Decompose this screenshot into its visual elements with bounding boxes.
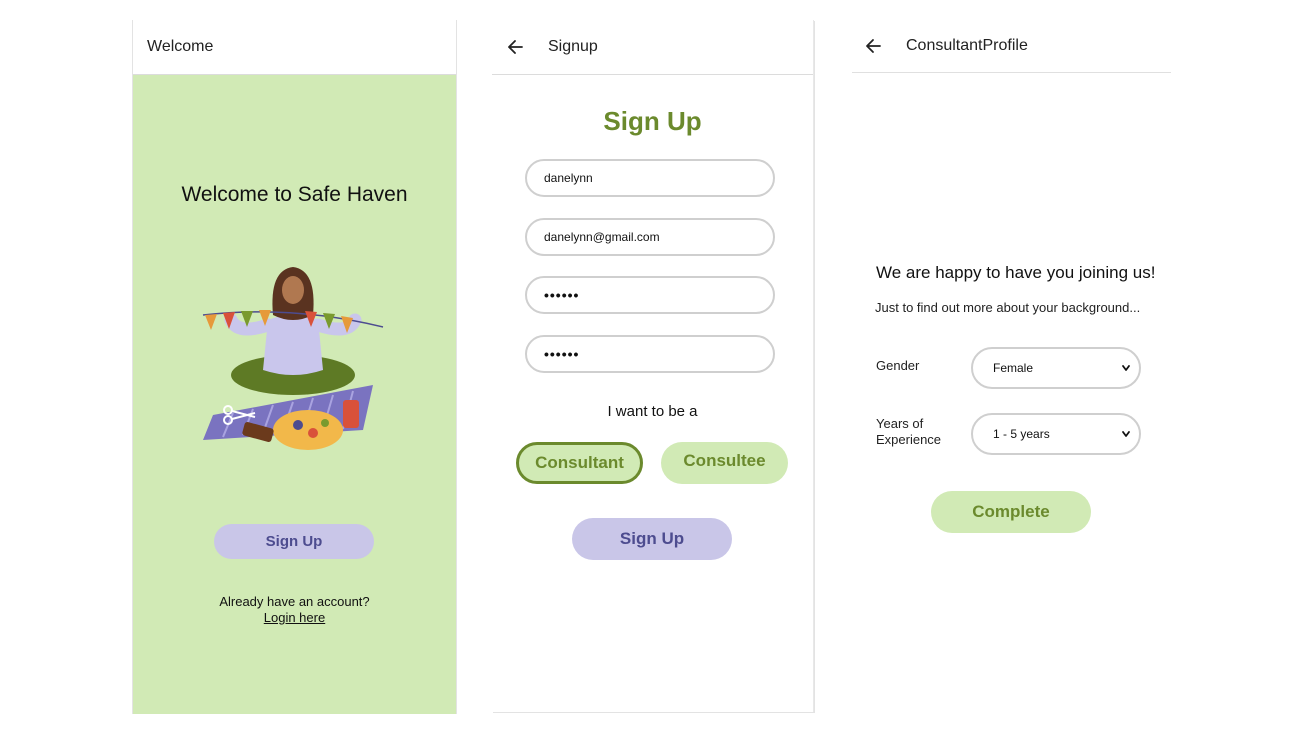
welcome-header: Welcome bbox=[133, 20, 456, 75]
account-prompt: Already have an account? Login here bbox=[133, 594, 456, 626]
chevron-down-icon bbox=[1122, 365, 1130, 371]
back-arrow-icon[interactable] bbox=[864, 36, 884, 56]
signup-header: Signup bbox=[492, 20, 813, 75]
role-prompt: I want to be a bbox=[607, 403, 698, 420]
welcome-heading: Welcome to Safe Haven bbox=[181, 183, 408, 206]
header-title: ConsultantProfile bbox=[906, 37, 1028, 54]
experience-select[interactable]: 1 - 5 years bbox=[971, 413, 1141, 455]
email-input[interactable]: danelynn@gmail.com bbox=[525, 218, 775, 256]
signup-submit-button[interactable]: Sign Up bbox=[572, 518, 732, 560]
username-input[interactable]: danelynn bbox=[525, 159, 775, 197]
signup-heading: Sign Up bbox=[603, 106, 702, 136]
profile-subheading: Just to find out more about your backgro… bbox=[875, 300, 1141, 315]
experience-label: Years of Experience bbox=[876, 416, 941, 448]
picnic-illustration bbox=[202, 267, 384, 450]
experience-label-line1: Years of bbox=[876, 416, 924, 431]
header-title: Signup bbox=[548, 38, 598, 55]
gender-select[interactable]: Female bbox=[971, 347, 1141, 389]
palette-shape bbox=[273, 410, 343, 450]
gender-select-value: Female bbox=[993, 361, 1034, 375]
experience-label-line2: Experience bbox=[876, 432, 942, 447]
signup-button[interactable]: Sign Up bbox=[214, 524, 374, 559]
gender-label: Gender bbox=[876, 358, 920, 373]
login-link[interactable]: Login here bbox=[133, 610, 456, 626]
welcome-body: Welcome to Safe Haven Sign Up Already ha… bbox=[133, 75, 456, 714]
experience-select-value: 1 - 5 years bbox=[993, 427, 1050, 441]
jar-shape bbox=[343, 400, 359, 428]
password-input[interactable]: •••••• bbox=[525, 276, 775, 314]
welcome-screen: Welcome Welcome to Safe Haven Sign Up Al… bbox=[132, 20, 457, 714]
signup-screen: Signup Sign Up danelynn danelynn@gmail.c… bbox=[492, 20, 814, 712]
complete-button[interactable]: Complete bbox=[931, 491, 1091, 533]
back-arrow-icon[interactable] bbox=[506, 37, 526, 57]
account-prompt-text: Already have an account? bbox=[219, 594, 370, 609]
consultant-profile-screen: ConsultantProfile We are happy to have y… bbox=[852, 20, 1171, 714]
header-title: Welcome bbox=[147, 38, 214, 55]
chevron-down-icon bbox=[1122, 431, 1130, 437]
face-shape bbox=[282, 276, 304, 304]
consultee-role-button[interactable]: Consultee bbox=[661, 442, 788, 484]
profile-header: ConsultantProfile bbox=[852, 20, 1171, 73]
confirm-password-input[interactable]: •••••• bbox=[525, 335, 775, 373]
profile-heading: We are happy to have you joining us! bbox=[876, 263, 1156, 282]
consultant-role-button[interactable]: Consultant bbox=[516, 442, 643, 484]
